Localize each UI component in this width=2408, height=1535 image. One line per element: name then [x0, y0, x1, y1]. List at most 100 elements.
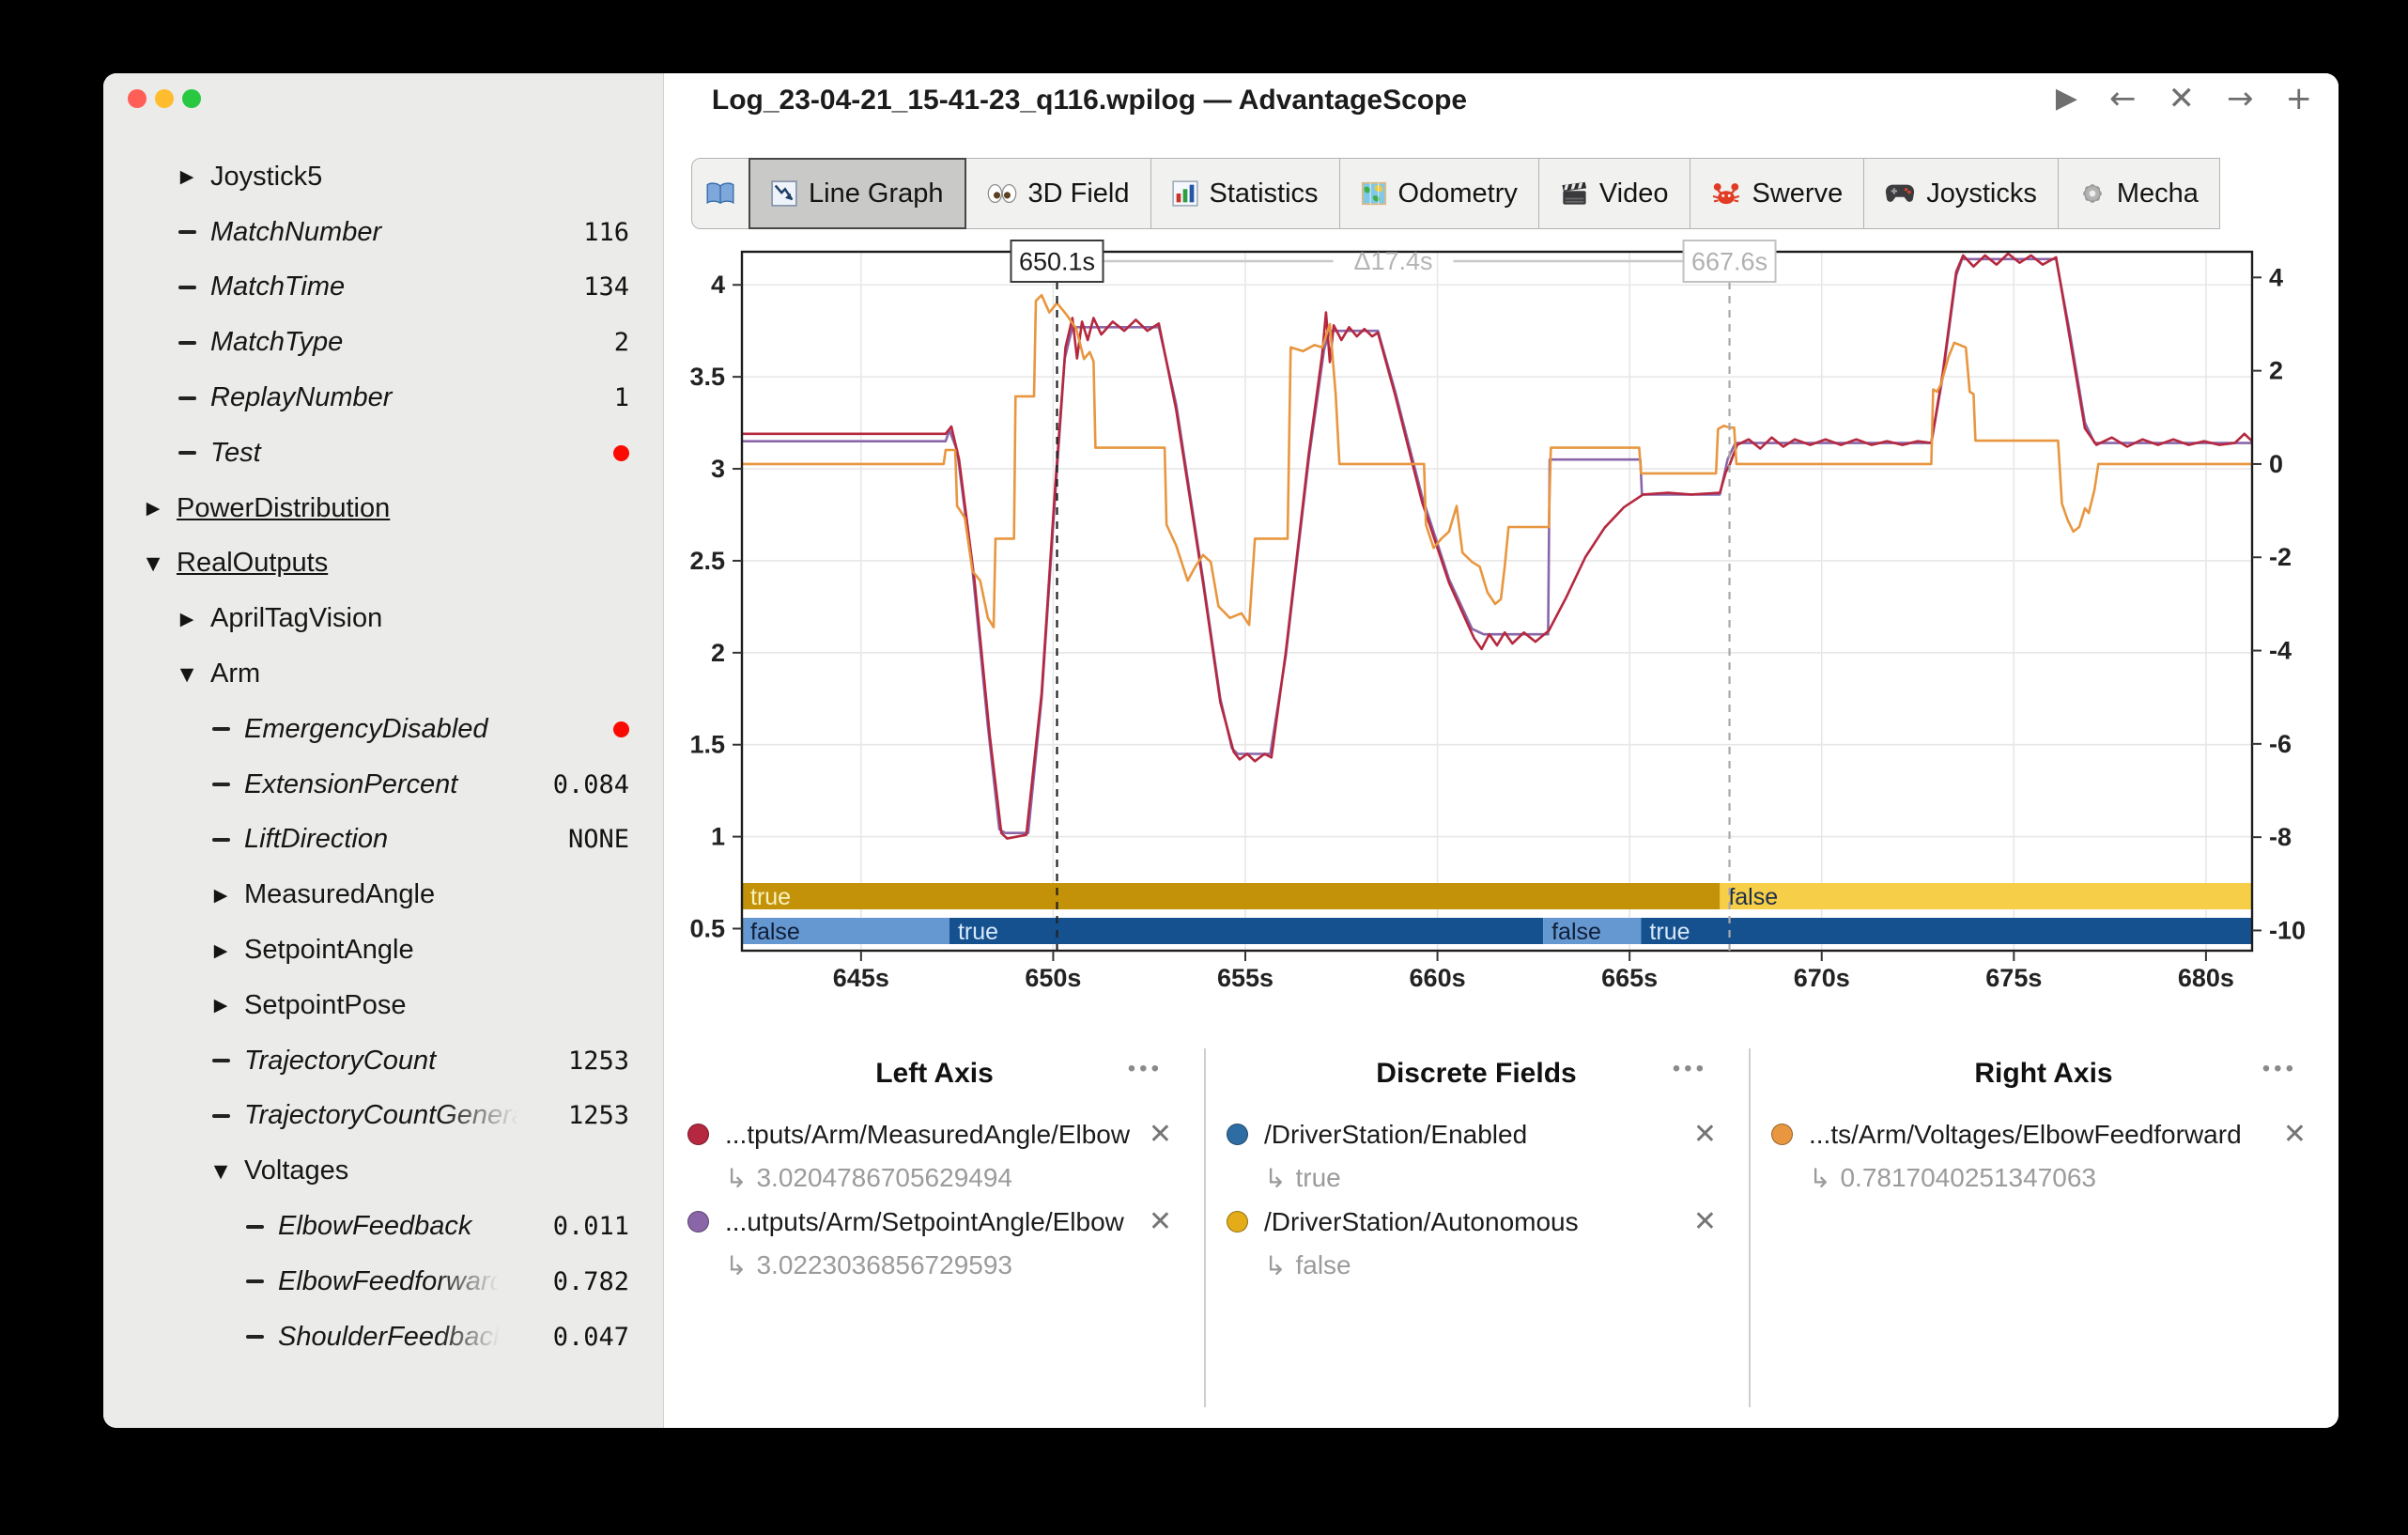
tree-row-Voltages[interactable]: ▼ Voltages [103, 1143, 663, 1199]
tree-row-SetpointAngle[interactable]: ▶ SetpointAngle [103, 923, 663, 978]
x-tick-label: 650s [1025, 964, 1081, 992]
chevron-right-icon[interactable]: ▶ [141, 498, 165, 519]
library-button[interactable] [691, 158, 749, 229]
leaf-dash-icon [208, 1113, 233, 1118]
tree-row-TrajectoryCount[interactable]: TrajectoryCount 1253 [103, 1033, 663, 1089]
autonomous-segment[interactable] [742, 883, 1721, 909]
tree-row-MatchNumber[interactable]: MatchNumber 116 [103, 205, 663, 260]
tree-row-PowerDistribution[interactable]: ▶ PowerDistribution [103, 481, 663, 536]
minimize-light[interactable] [155, 89, 174, 108]
tab-label: Odometry [1397, 178, 1518, 209]
tree-row-MeasuredAngle[interactable]: ▶ MeasuredAngle [103, 867, 663, 923]
legend-item: ...tputs/Arm/MeasuredAngle/Elbow ✕ [665, 1112, 1204, 1156]
x-tick-label: 665s [1601, 964, 1658, 992]
tab-label: Line Graph [809, 178, 944, 209]
chevron-right-icon[interactable]: ▶ [175, 609, 199, 629]
tree-value: 1253 [567, 1046, 629, 1076]
tree-value: NONE [567, 825, 629, 855]
right-tick-label: 0 [2269, 450, 2283, 478]
ellipsis-menu-icon[interactable]: ••• [1673, 1056, 1707, 1082]
tree-label: SetpointPose [244, 989, 407, 1020]
close-tab-icon[interactable]: ✕ [2169, 83, 2196, 115]
tree-row-ShoulderFeedback[interactable]: ShoulderFeedback 0.047 [103, 1310, 663, 1365]
remove-field-icon[interactable]: ✕ [1693, 1205, 1717, 1238]
arrow-right-icon[interactable]: → [2227, 83, 2254, 115]
tree-row-ElbowFeedback[interactable]: ElbowFeedback 0.011 [103, 1199, 663, 1254]
legend-field-name: ...tputs/Arm/MeasuredAngle/Elbow [725, 1119, 1131, 1149]
legend-item: /DriverStation/Autonomous ✕ [1204, 1200, 1749, 1244]
zoom-light[interactable] [182, 89, 201, 108]
tree-row-LiftDirection[interactable]: LiftDirection NONE [103, 813, 663, 868]
tab-odometry[interactable]: Odometry [1338, 158, 1539, 229]
chevron-right-icon[interactable]: ▶ [208, 995, 233, 1016]
legend-column-left-axis: Left Axis ••• ...tputs/Arm/MeasuredAngle/E… [665, 1015, 1204, 1428]
ellipsis-menu-icon[interactable]: ••• [1128, 1056, 1163, 1082]
tab-3d-field[interactable]: 3D Field [965, 158, 1151, 229]
chevron-right-icon[interactable]: ▶ [208, 940, 233, 961]
tree-row-Joystick5[interactable]: ▶ Joystick5 [103, 149, 663, 205]
tab-bar: Line Graph 3D Field Statistics Odometry Vide… [691, 158, 2339, 229]
tree-label: MatchNumber [210, 216, 382, 247]
tree-label: LiftDirection [244, 824, 389, 855]
new-tab-icon[interactable]: + [2286, 83, 2313, 115]
remove-field-icon[interactable]: ✕ [1149, 1118, 1172, 1151]
enabled-segment[interactable] [949, 918, 1544, 944]
tree-row-ReplayNumber[interactable]: ReplayNumber 1 [103, 370, 663, 426]
legend-field-name: /DriverStation/Autonomous [1264, 1206, 1579, 1236]
value-arrow-icon: ↳ [1264, 1249, 1287, 1281]
play-icon[interactable]: ▶ [2056, 85, 2077, 113]
remove-field-icon[interactable]: ✕ [1693, 1118, 1717, 1151]
tree-label: MatchType [210, 327, 344, 358]
legend-column-right-axis: Right Axis ••• ...ts/Arm/Voltages/ElbowFee… [1749, 1015, 2339, 1428]
remove-field-icon[interactable]: ✕ [2283, 1118, 2307, 1151]
ellipsis-menu-icon[interactable]: ••• [2262, 1056, 2297, 1082]
chevron-down-icon[interactable]: ▼ [175, 664, 199, 685]
tab-mecha[interactable]: Mecha [2057, 158, 2220, 229]
enabled-segment[interactable] [1641, 918, 2252, 944]
tree-row-ElbowFeedforward[interactable]: ElbowFeedforward 0.782 [103, 1254, 663, 1310]
tab-swerve[interactable]: Swerve [1689, 158, 1865, 229]
eyes-icon [987, 183, 1017, 204]
chevron-down-icon[interactable]: ▼ [141, 553, 165, 574]
tree-row-RealOutputs[interactable]: ▼ RealOutputs [103, 536, 663, 592]
line-graph-chart[interactable]: true false false true false true 645s 650s 655s 6… [665, 229, 2339, 1013]
left-tick-label: 0.5 [689, 915, 725, 943]
tree-row-Arm[interactable]: ▼ Arm [103, 646, 663, 702]
tree-value: 116 [583, 217, 629, 247]
legend-field-name: ...utputs/Arm/SetpointAngle/Elbow [725, 1206, 1124, 1236]
line-graph-icon [771, 180, 797, 207]
close-light[interactable] [128, 89, 147, 108]
right-tick-label: 4 [2269, 263, 2283, 291]
leaf-dash-icon [208, 727, 233, 732]
traffic-lights [128, 89, 201, 108]
tree-row-MatchType[interactable]: MatchType 2 [103, 315, 663, 370]
x-tick-label: 675s [1985, 964, 2042, 992]
boolean-true-dot [613, 721, 629, 737]
tab-statistics[interactable]: Statistics [1150, 158, 1340, 229]
tree-row-MatchTime[interactable]: MatchTime 134 [103, 260, 663, 316]
tree-row-SetpointPose[interactable]: ▶ SetpointPose [103, 978, 663, 1033]
tree-value: 0.084 [552, 769, 629, 799]
tab-label: 3D Field [1027, 178, 1130, 209]
leaf-dash-icon [175, 285, 199, 289]
tab-video[interactable]: Video [1537, 158, 1690, 229]
remove-field-icon[interactable]: ✕ [1149, 1205, 1172, 1238]
tab-line-graph[interactable]: Line Graph [749, 158, 966, 229]
legend-column-title: Discrete Fields [1376, 1058, 1577, 1089]
tree-row-AprilTagVision[interactable]: ▶ AprilTagVision [103, 591, 663, 646]
chevron-right-icon[interactable]: ▶ [175, 166, 199, 187]
arrow-left-icon[interactable]: ← [2109, 83, 2137, 115]
left-tick-label: 2 [711, 639, 725, 667]
legend-panels: Left Axis ••• ...tputs/Arm/MeasuredAngle/E… [665, 1015, 2339, 1428]
tree-row-Test[interactable]: Test [103, 426, 663, 481]
tree-row-ExtensionPercent[interactable]: ExtensionPercent 0.084 [103, 757, 663, 813]
legend-field-value: ↳ 3.0204786705629494 [725, 1156, 1204, 1200]
tree-row-TrajectoryCountGenera[interactable]: TrajectoryCountGenera 1253 [103, 1089, 663, 1144]
tree-row-EmergencyDisabled[interactable]: EmergencyDisabled [103, 702, 663, 757]
tab-joysticks[interactable]: Joysticks [1863, 158, 2059, 229]
autonomous-segment[interactable] [1720, 883, 2252, 909]
chevron-down-icon[interactable]: ▼ [208, 1161, 233, 1182]
chevron-right-icon[interactable]: ▶ [208, 885, 233, 906]
tree-label: MeasuredAngle [244, 879, 436, 910]
legend-item: /DriverStation/Enabled ✕ [1204, 1112, 1749, 1156]
